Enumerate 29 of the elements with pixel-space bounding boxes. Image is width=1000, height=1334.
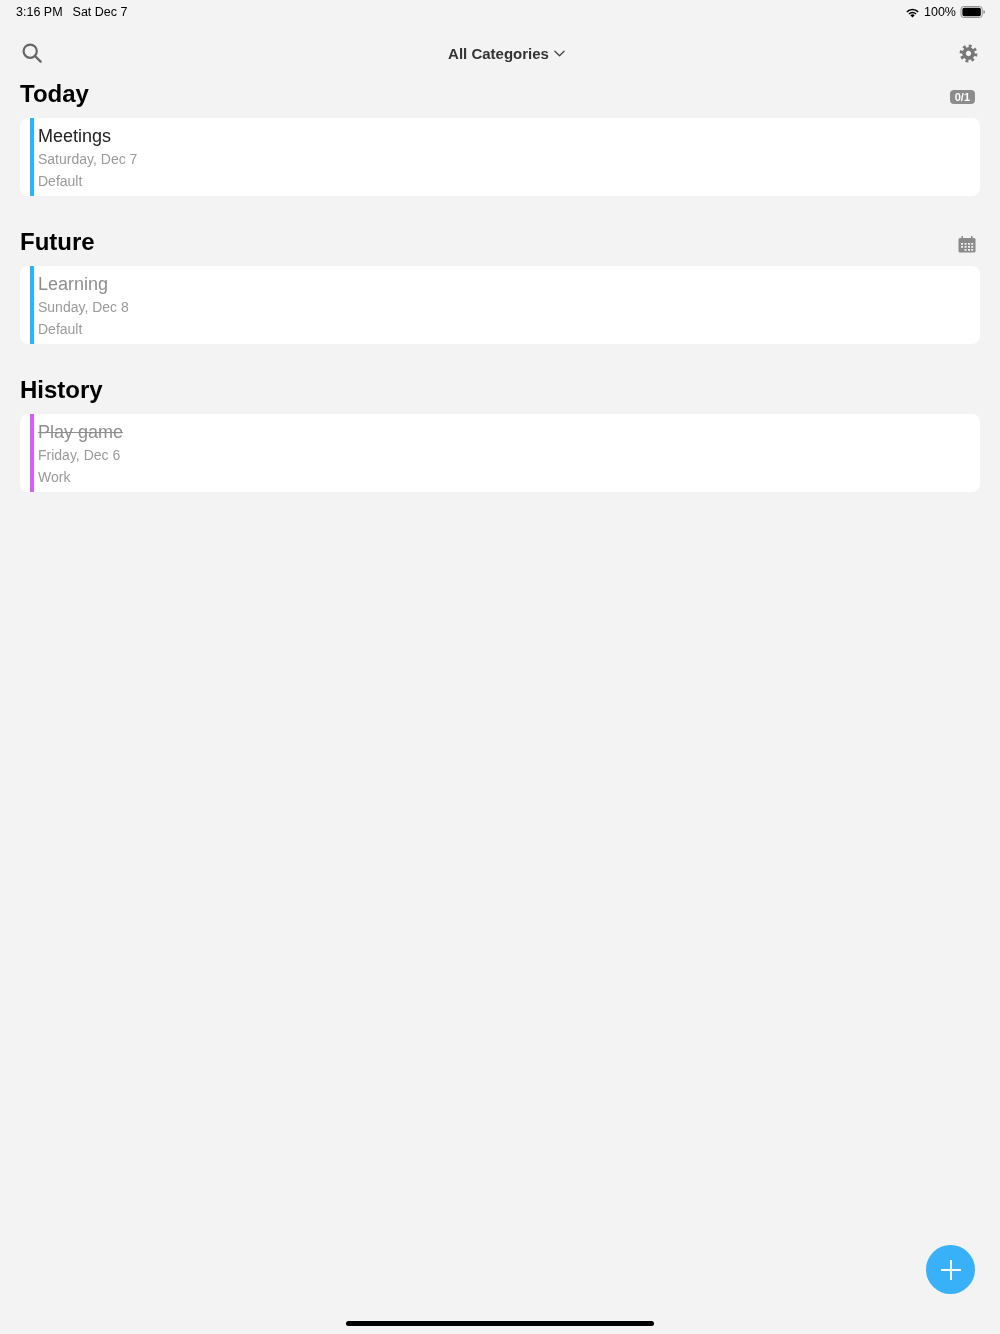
battery-icon [960,6,986,18]
count-badge: 0/1 [949,90,975,104]
task-date: Sunday, Dec 8 [38,298,129,317]
category-filter-dropdown[interactable]: All Categories [444,42,569,64]
task-title: Learning [38,273,110,296]
wifi-icon [905,6,920,18]
task-category: Default [38,172,84,191]
task-title: Meetings [38,125,113,148]
status-date: Sat Dec 7 [72,5,128,19]
section-heading: Future [20,228,95,256]
task-card[interactable]: Meetings Saturday, Dec 7 Default [20,118,980,196]
calendar-button[interactable] [958,235,976,253]
settings-icon [959,43,978,63]
task-category: Work [38,468,72,487]
task-date: Friday, Dec 6 [38,446,122,465]
status-time: 3:16 PM [16,5,63,19]
chevron-down-icon [553,49,565,57]
section-heading: History [20,376,103,404]
section-heading: Today [20,80,89,108]
task-date: Saturday, Dec 7 [38,150,138,169]
add-button[interactable] [926,1245,975,1294]
task-category: Default [38,320,84,339]
settings-button[interactable] [959,43,978,63]
plus-icon [940,1259,961,1280]
task-title: Play game [38,421,124,444]
calendar-icon [958,235,976,253]
battery-percent: 100% [924,5,956,19]
search-icon [22,43,42,63]
search-button[interactable] [22,43,42,63]
